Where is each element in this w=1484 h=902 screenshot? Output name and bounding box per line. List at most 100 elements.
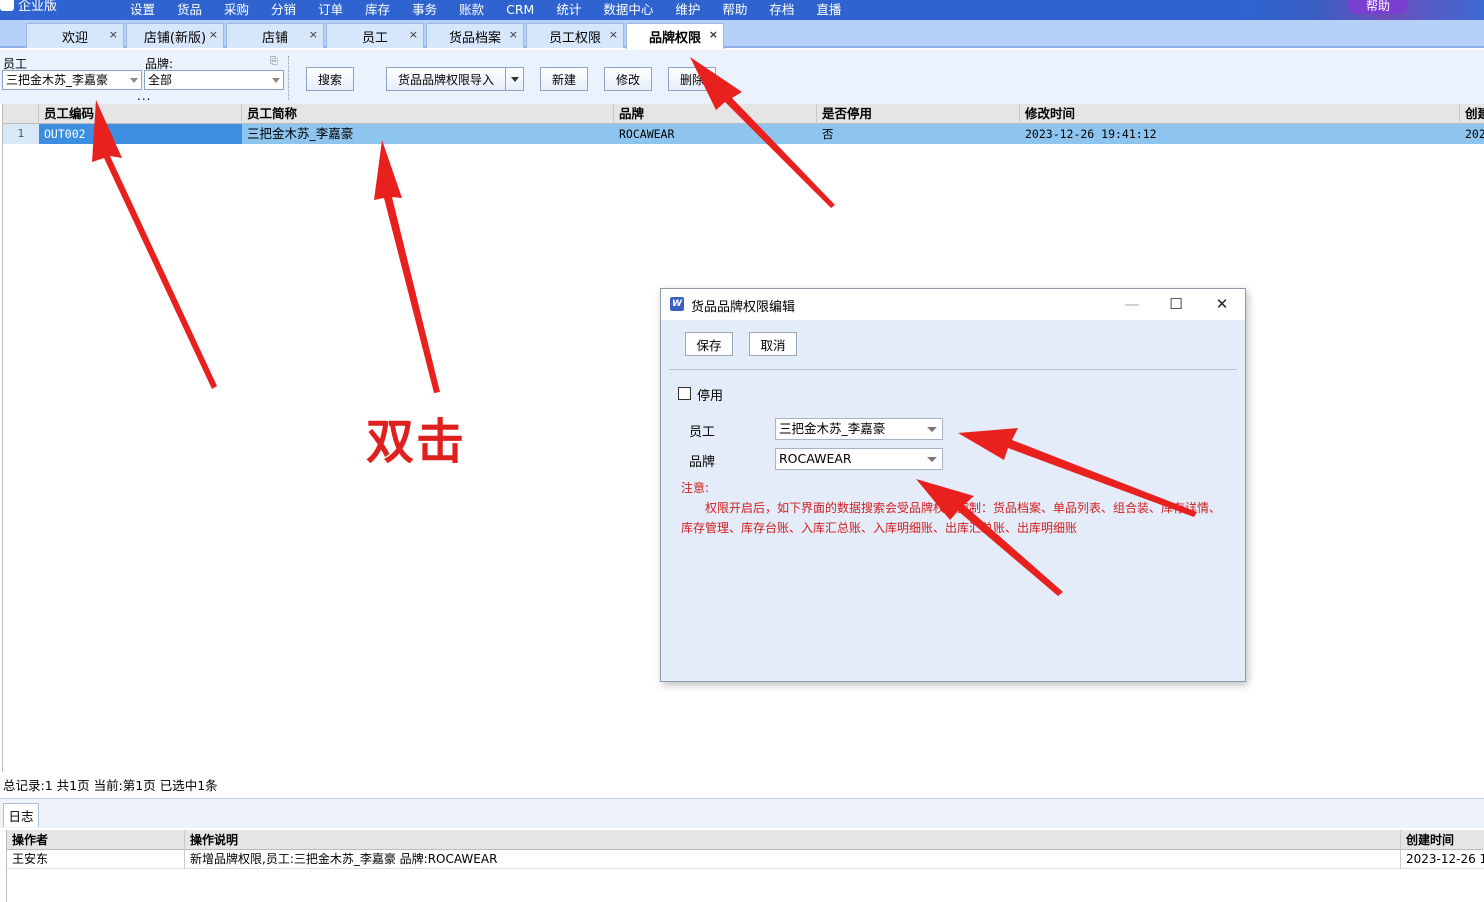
menu-settings[interactable]: 设置 (130, 2, 155, 18)
disabled-checkbox[interactable] (678, 387, 691, 400)
search-button[interactable]: 搜索 (306, 67, 354, 91)
dialog-titlebar[interactable]: W 货品品牌权限编辑 — ☐ ✕ (661, 289, 1245, 320)
col-operator[interactable]: 操作者 (7, 830, 185, 850)
log-grid: 操作者 操作说明 创建时间 王安东 新增品牌权限,员工:三把金木苏_李嘉豪 品牌… (6, 830, 1484, 902)
double-click-annotation: 双击 (366, 414, 467, 470)
cell-employee-code[interactable]: OUT002 (39, 124, 242, 144)
tab-label: 货品档案 (448, 30, 501, 46)
menu-inventory[interactable]: 库存 (365, 2, 390, 18)
close-icon[interactable]: × (609, 28, 618, 41)
tab-label: 店铺(新版) (143, 30, 207, 46)
new-button[interactable]: 新建 (540, 67, 588, 91)
cell-employee-name[interactable]: 三把金木苏_李嘉豪 (242, 124, 614, 144)
menu-maintenance[interactable]: 维护 (675, 2, 700, 18)
filter-divider (288, 56, 289, 100)
close-icon[interactable]: ✕ (1211, 293, 1233, 315)
brand-label: 品牌 (689, 455, 716, 470)
main-menu: 设置 货品 采购 分销 订单 库存 事务 账款 CRM 统计 数据中心 维护 帮… (130, 0, 863, 20)
employee-select-value: 三把金木苏_李嘉豪 (779, 421, 886, 436)
tab-label: 欢迎 (61, 30, 88, 46)
close-icon[interactable]: × (309, 28, 318, 41)
menu-bar: 企业版 设置 货品 采购 分销 订单 库存 事务 账款 CRM 统计 数据中心 … (0, 0, 1484, 20)
employee-label: 员工 (689, 425, 716, 440)
chevron-down-icon (927, 457, 937, 462)
chevron-down-icon (272, 78, 280, 83)
close-icon[interactable]: × (709, 28, 718, 41)
brand-permission-edit-dialog: W 货品品牌权限编辑 — ☐ ✕ 保存 取消 停用 员工 三把金木苏_李嘉豪 品… (660, 288, 1246, 682)
cell-modified-time[interactable]: 2023-12-26 19:41:12 (1020, 124, 1460, 144)
employee-select[interactable]: 三把金木苏_李嘉豪 (775, 418, 943, 440)
brand-filter-value: 全部 (148, 73, 173, 87)
tab-brand-permission[interactable]: 品牌权限 × (626, 23, 724, 49)
cell-operator: 王安东 (7, 850, 185, 869)
menu-archive[interactable]: 存档 (769, 2, 794, 18)
import-dropdown-button[interactable] (505, 67, 524, 91)
menu-statistics[interactable]: 统计 (556, 2, 581, 18)
status-bar: 总记录:1 共1页 当前:第1页 已选中1条 (3, 778, 218, 793)
cell-disabled[interactable]: 否 (817, 124, 1020, 144)
clear-icon[interactable]: ⎘ (270, 56, 278, 67)
brand-filter-select[interactable]: 全部 (144, 70, 284, 90)
app-icon: W (670, 297, 684, 311)
app-logo: 企业版 (0, 0, 118, 14)
col-log-created-time[interactable]: 创建时间 (1401, 830, 1484, 850)
help-pill-button[interactable]: 帮助 (1348, 0, 1408, 14)
menu-accounts[interactable]: 账款 (459, 2, 484, 18)
log-row[interactable]: 王安东 新增品牌权限,员工:三把金木苏_李嘉豪 品牌:ROCAWEAR 2023… (7, 850, 1484, 869)
menu-purchase[interactable]: 采购 (224, 2, 249, 18)
brand-select-value: ROCAWEAR (779, 451, 852, 466)
tab-bar: 欢迎 × 店铺(新版) × 店铺 × 员工 × 货品档案 × 员工权限 × 品牌… (0, 20, 1484, 49)
cell-created-time[interactable]: 2023-12-26 19:41:12 (1460, 124, 1484, 144)
menu-goods[interactable]: 货品 (177, 2, 202, 18)
col-created-time[interactable]: 创建时间 (1460, 104, 1484, 124)
menu-live[interactable]: 直播 (816, 2, 841, 18)
app-name: 企业版 (18, 0, 58, 14)
grid-header: 员工编码 员工简称 品牌 是否停用 修改时间 创建时间 (3, 104, 1484, 124)
cancel-button[interactable]: 取消 (749, 332, 797, 356)
save-button[interactable]: 保存 (685, 332, 733, 356)
log-grid-header: 操作者 操作说明 创建时间 (7, 830, 1484, 850)
tab-shop[interactable]: 店铺 × (226, 23, 324, 48)
menu-data-center[interactable]: 数据中心 (603, 2, 653, 18)
brand-select[interactable]: ROCAWEAR (775, 448, 943, 470)
col-employee-code[interactable]: 员工编码 (39, 104, 242, 124)
col-modified-time[interactable]: 修改时间 (1020, 104, 1460, 124)
tab-employee[interactable]: 员工 × (326, 23, 424, 48)
import-button[interactable]: 货品品牌权限导入 (386, 67, 506, 91)
delete-button[interactable]: 删除 (668, 67, 716, 91)
col-brand[interactable]: 品牌 (614, 104, 817, 124)
cell-brand[interactable]: ROCAWEAR (614, 124, 817, 144)
row-number-header (3, 104, 39, 124)
menu-affairs[interactable]: 事务 (412, 2, 437, 18)
more-filters-toggle[interactable]: ... (137, 89, 151, 103)
col-employee-name[interactable]: 员工简称 (242, 104, 614, 124)
close-icon[interactable]: × (409, 28, 418, 41)
note-line-1: 权限开启后，如下界面的数据搜索会受品牌权限控制：货品档案、单品列表、组合装、库存… (705, 501, 1222, 515)
table-row[interactable]: 1 OUT002 三把金木苏_李嘉豪 ROCAWEAR 否 2023-12-26… (3, 124, 1484, 144)
maximize-icon[interactable]: ☐ (1165, 293, 1187, 315)
menu-distribution[interactable]: 分销 (271, 2, 296, 18)
edit-button[interactable]: 修改 (604, 67, 652, 91)
employee-filter-select[interactable]: 三把金木苏_李嘉豪 (2, 70, 142, 90)
menu-orders[interactable]: 订单 (318, 2, 343, 18)
menu-help[interactable]: 帮助 (722, 2, 747, 18)
col-description[interactable]: 操作说明 (185, 830, 1401, 850)
tab-label: 品牌权限 (648, 31, 701, 46)
logo-icon (0, 0, 14, 11)
tab-label: 员工 (361, 30, 388, 46)
cell-log-time: 2023-12-26 19:41:12 (1406, 852, 1484, 866)
menu-crm[interactable]: CRM (506, 2, 534, 18)
close-icon[interactable]: × (209, 28, 218, 41)
col-disabled[interactable]: 是否停用 (817, 104, 1020, 124)
tab-shop-new[interactable]: 店铺(新版) × (126, 23, 224, 48)
tab-goods-archive[interactable]: 货品档案 × (426, 23, 524, 48)
close-icon[interactable]: × (109, 28, 118, 41)
tab-log[interactable]: 日志 (3, 803, 39, 827)
row-number: 1 (3, 124, 39, 144)
dialog-divider (669, 369, 1237, 370)
close-icon[interactable]: × (509, 28, 518, 41)
tab-welcome[interactable]: 欢迎 × (26, 23, 124, 48)
chevron-down-icon (130, 78, 138, 83)
tab-employee-permission[interactable]: 员工权限 × (526, 23, 624, 48)
minimize-icon[interactable]: — (1121, 293, 1143, 315)
